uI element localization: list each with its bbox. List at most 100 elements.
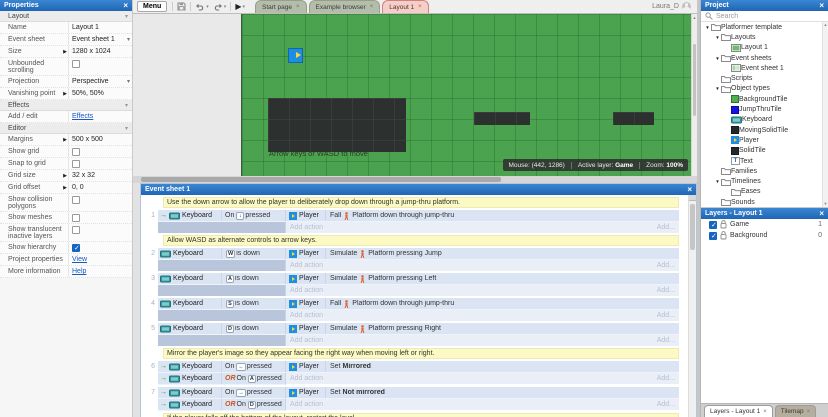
close-icon[interactable]: × [687,186,692,194]
layer-visible-checkbox[interactable] [709,221,717,229]
close-icon[interactable]: × [819,210,824,218]
save-button[interactable] [175,1,188,12]
tree-item-event-sheet-1[interactable]: Event sheet 1 [701,63,828,73]
scroll-up-icon[interactable]: ▲ [823,22,828,28]
close-icon[interactable]: × [763,409,767,415]
tab-layers---layout-1[interactable]: Layers - Layout 1× [704,405,773,417]
property-value[interactable]: 50%, 50% [68,88,132,99]
property-link[interactable]: View [72,256,87,263]
expand-icon[interactable]: ▶ [63,48,67,56]
property-value[interactable]: Effects [68,111,132,122]
property-value[interactable]: Perspective▾ [68,76,132,87]
add-link[interactable]: Add... [657,401,675,408]
tree-item-keyboard[interactable]: Keyboard [701,115,828,125]
property-value[interactable] [68,224,132,241]
layer-row-game[interactable]: Game1 [701,219,828,230]
tree-item-scripts[interactable]: Scripts [701,73,828,83]
event-block[interactable]: 7→KeyboardOn→pressed→KeyboardOROnDpresse… [158,387,679,411]
layer-visible-checkbox[interactable] [709,232,717,240]
event-action[interactable]: PlayerFallPlatform down through jump-thr… [286,298,679,310]
platform-block[interactable] [474,112,530,125]
add-link[interactable]: Add... [657,312,675,319]
tree-item-player[interactable]: Player [701,135,828,145]
scrollbar-thumb[interactable] [693,44,696,116]
avatar[interactable] [682,2,691,11]
event-comment[interactable]: If the player falls off the bottom of th… [163,413,679,417]
tree-item-platformer-template[interactable]: ▼Platformer template [701,22,828,32]
event-comment[interactable]: Use the down arrow to allow the player t… [163,197,679,208]
property-value[interactable] [68,212,132,223]
tree-item-movingsolidtile[interactable]: MovingSolidTile [701,125,828,135]
platform-block[interactable] [268,98,406,152]
property-value[interactable] [68,146,132,157]
property-value[interactable]: View [68,254,132,265]
layout-canvas[interactable]: Arrow keys or WASD to move Mouse: (442, … [241,14,691,176]
vertical-scrollbar[interactable]: ▲ ▼ [822,22,828,207]
property-value[interactable]: Event sheet 1▾ [68,34,132,45]
layer-row-background[interactable]: Background0 [701,230,828,241]
collapse-icon[interactable]: ▾ [125,125,128,132]
collapse-icon[interactable]: ▾ [125,102,128,109]
property-value[interactable]: Layout 1 [68,22,132,33]
event-action[interactable]: PlayerSimulatePlatform pressing Left [286,273,679,285]
add-link[interactable]: Add... [657,224,675,231]
checkbox[interactable] [72,226,80,234]
expand-icon[interactable]: ▶ [63,184,67,192]
event-condition[interactable]: KeyboardDis down [158,323,286,335]
tree-item-backgroundtile[interactable]: BackgroundTile [701,94,828,104]
project-search[interactable]: Search [701,11,828,22]
tree-item-layouts[interactable]: ▼Layouts [701,32,828,42]
expand-arrow-icon[interactable]: ▼ [714,56,721,61]
property-group-header[interactable]: Layout▾ [0,11,132,22]
add-action[interactable]: Add actionAdd... [286,310,679,321]
scroll-down-icon[interactable]: ▼ [823,201,828,207]
add-action[interactable]: Add actionAdd... [286,260,679,271]
expand-icon[interactable]: ▶ [63,172,67,180]
layout-view[interactable]: Arrow keys or WASD to move Mouse: (442, … [133,14,697,176]
event-condition[interactable]: →KeyboardOROnApressed [158,373,286,385]
close-icon[interactable]: × [370,4,374,10]
add-action[interactable]: Add actionAdd... [286,373,679,384]
tree-item-solidtile[interactable]: SolidTile [701,146,828,156]
instruction-text-object[interactable]: Arrow keys or WASD to move [269,149,368,158]
event-action[interactable]: PlayerSimulatePlatform pressing Right [286,323,679,335]
horizontal-scrollbar[interactable] [133,176,697,183]
user-account[interactable]: Laura_D [652,2,697,13]
event-action[interactable]: PlayerFallPlatform down through jump-thr… [286,210,679,222]
close-icon[interactable]: × [123,2,128,10]
property-link[interactable]: Effects [72,113,93,120]
tree-item-timelines[interactable]: ▼Timelines [701,176,828,186]
event-condition[interactable]: KeyboardSis down [158,298,286,310]
chevron-down-icon[interactable]: ▾ [127,36,130,43]
property-value[interactable]: 1280 x 1024 [68,46,132,57]
redo-button[interactable]: ▾ [211,1,229,12]
platform-block[interactable] [613,112,654,125]
property-group-header[interactable]: Effects▾ [0,100,132,111]
add-action[interactable]: Add actionAdd... [286,222,679,233]
collapse-icon[interactable]: ▾ [125,13,128,20]
property-value[interactable]: 500 x 500 [68,134,132,145]
add-link[interactable]: Add... [657,337,675,344]
tree-item-layout-1[interactable]: Layout 1 [701,43,828,53]
property-value[interactable] [68,158,132,169]
property-value[interactable]: 0, 0 [68,182,132,193]
checkbox[interactable] [72,214,80,222]
tree-item-sounds[interactable]: Sounds [701,197,828,207]
player-sprite[interactable] [288,48,303,63]
menu-button[interactable]: Menu [137,1,167,12]
expand-arrow-icon[interactable]: ▼ [714,35,721,40]
event-comment[interactable]: Allow WASD as alternate controls to arro… [163,235,679,246]
tree-item-event-sheets[interactable]: ▼Event sheets [701,53,828,63]
event-action[interactable]: PlayerSetMirrored [286,361,679,373]
splitter-grip[interactable] [689,195,696,201]
event-condition[interactable]: →KeyboardOn↓pressed [158,210,286,222]
add-action[interactable]: Add actionAdd... [286,335,679,346]
vertical-scrollbar[interactable] [688,195,696,417]
event-block[interactable]: 6→KeyboardOn←pressed→KeyboardOROnApresse… [158,361,679,385]
add-link[interactable]: Add... [657,375,675,382]
checkbox[interactable] [72,244,80,252]
event-block[interactable]: 2KeyboardWis downPlayerSimulatePlatform … [158,248,679,271]
scrollbar-thumb[interactable] [141,177,501,182]
property-value[interactable] [68,58,132,75]
tab-start-page[interactable]: Start page× [255,0,307,13]
